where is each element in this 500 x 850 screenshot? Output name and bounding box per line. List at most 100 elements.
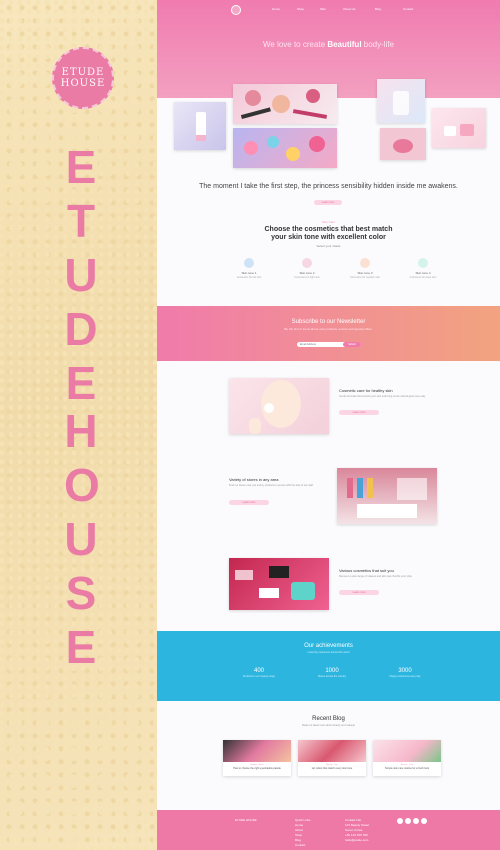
tagline-button[interactable]: Learn more [314,200,342,205]
newsletter-title: Subscribe to our Newsletter [291,319,366,325]
blog-card-title: Lip colors that match every skin tone [311,767,353,770]
letter: O [64,459,100,511]
footer-contact-line: hello@etude.com [345,838,369,842]
skin-tone-1[interactable]: Skin tone 1 Cosmetics for fair skin [219,258,279,279]
tone-swatch [244,258,254,268]
vertical-word-etude: E T U D E [64,140,98,410]
store-icon [347,478,427,518]
blog-image-palette [223,740,291,762]
vertical-word-house: H O U S E [64,404,100,674]
skin-tone-4[interactable]: Skin tone 4 Cosmetics for deep skin [393,258,453,279]
achievements-section: Our achievements Loved by customers arou… [157,631,500,701]
feature-desc: Find our stores near you and try product… [229,484,314,487]
feature-desc: Discover a wide range of makeup and skin… [339,575,413,578]
letter: S [65,567,97,619]
nav-item-shop[interactable]: Shop [297,7,304,11]
letter: E [65,357,97,409]
stat-number: 1000 [325,668,339,674]
facebook-icon[interactable] [397,818,403,824]
tagline-text: The moment I take the first step, the pr… [199,183,458,190]
letter: T [66,195,96,247]
blog-meta: Beauty · Care [400,764,414,766]
nav-item-blog[interactable]: Blog [375,7,381,11]
nav-logo-icon[interactable] [231,5,241,15]
blog-image-skincare [373,740,441,762]
footer-col-links: Quick Links Home About Shop Blog Contact [295,818,311,848]
feature-title: Cosmetic care for healthy skin [339,388,393,393]
makeup-icon [240,89,328,120]
footer-link[interactable]: Contact [295,843,311,848]
blog-image-lips [298,740,366,762]
blog-meta: Beauty · Tips [326,764,338,766]
cosmetics-icon [235,566,315,600]
blog-card-2[interactable]: Beauty · Tips Lip colors that match ever… [298,740,366,776]
nav-item-about[interactable]: About Us [343,7,355,11]
feature-photo-store [337,468,437,524]
nav-item-contact[interactable]: Contact [403,7,413,11]
youtube-icon[interactable] [421,818,427,824]
nav-item-skin[interactable]: Skin [320,7,326,11]
twitter-icon[interactable] [413,818,419,824]
blog-card-title: How to choose the right eyeshadow palett… [233,767,281,770]
hero-title-pre: We love to create [262,40,328,49]
feature-2-button[interactable]: Learn more [229,500,269,505]
footer-col-brand: ETUDE HOUSE [235,818,257,823]
blog-card-title: Simple skin care routine for a fresh loo… [385,767,429,770]
skin-tone-2[interactable]: Skin tone 2 Cosmetics for light skin [277,258,337,279]
blog-sub: Read our latest news about beauty and ma… [301,724,356,727]
compact-icon [393,139,413,153]
feature-photo-cosmetics [229,558,329,610]
choose-section: Skin Care Choose the cosmetics that best… [157,220,500,248]
feature-1-button[interactable]: Learn more [339,410,379,415]
letter: H [64,405,98,457]
nav-item-home[interactable]: Home [272,7,280,11]
tone-desc: Cosmetics for light skin [294,276,320,279]
letter: E [65,621,97,673]
letter: E [65,141,97,193]
blog-card-3[interactable]: Beauty · Care Simple skin care routine f… [373,740,441,776]
achievements-desc: Loved by customers around the world [307,651,350,654]
blog-card-1[interactable]: Beauty · News How to choose the right ey… [223,740,291,776]
stat-3: 3000 Happy customers every day [375,668,435,678]
newsletter-submit-button[interactable]: Submit [343,342,361,347]
product-photo-glass [377,79,425,123]
hero-title-bold: Beautiful [327,40,362,49]
tone-name: Skin tone 2 [299,271,315,275]
stat-number: 3000 [398,668,412,674]
hero-title-post: body-life [361,40,395,49]
newsletter-section: Subscribe to our Newsletter Be the first… [157,306,500,361]
feature-title: Various cosmetics that suit you [339,568,394,573]
left-decor-panel: ETUDE HOUSE E T U D E H O U S E [0,0,157,850]
skin-tone-3[interactable]: Skin tone 3 Cosmetics for medium skin [335,258,395,279]
choose-sub: Select your shade [316,244,341,248]
blog-meta: Beauty · News [250,764,264,766]
stat-number: 400 [253,668,264,674]
feature-3-button[interactable]: Learn more [339,590,379,595]
letter: U [64,513,98,565]
instagram-icon[interactable] [405,818,411,824]
footer: ETUDE HOUSE Quick Links Home About Shop … [157,810,500,850]
stat-label: Happy customers every day [389,675,421,678]
tone-desc: Cosmetics for deep skin [409,276,437,279]
stat-2: 1000 Stores across the country [302,668,362,678]
hero-title: We love to create Beautiful body-life [157,40,500,49]
tone-desc: Cosmetics for medium skin [349,276,380,279]
letter: U [64,249,98,301]
tone-swatch [360,258,370,268]
feature-1-text: Cosmetic care for healthy skin Gentle fo… [339,388,429,399]
feature-photo-skin [229,378,329,434]
stat-1: 400 Products in our beauty range [229,668,289,678]
tone-swatch [418,258,428,268]
choose-title: Choose the cosmetics that best match you… [264,226,393,241]
palette-icon [244,136,325,161]
stat-label: Products in our beauty range [242,675,276,678]
tone-name: Skin tone 3 [357,271,373,275]
logo-line-2: HOUSE [60,78,106,89]
product-photo-makeup [233,84,337,124]
newsletter-desc: Be the first to know about new products,… [284,327,373,331]
product-photo-tube [174,102,226,150]
tone-swatch [302,258,312,268]
feature-2-text: Variety of stores in any area Find our s… [229,477,319,488]
jars-icon [444,124,474,136]
tube-icon [196,112,206,141]
